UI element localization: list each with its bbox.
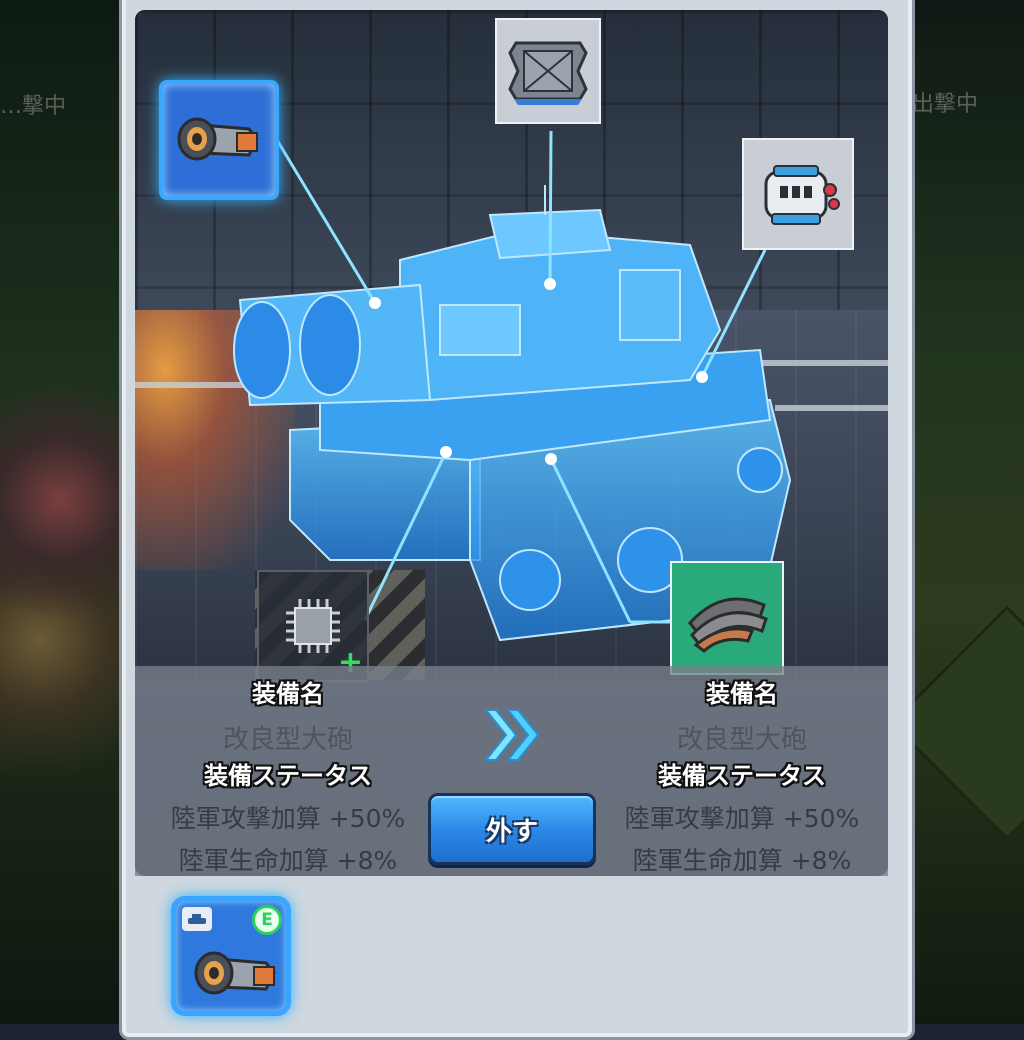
current-equip-label: 装備名 <box>252 680 324 708</box>
next-chevrons-icon <box>483 709 540 761</box>
armor-plate-icon <box>508 41 588 105</box>
candidate-status-label: 装備ステータス <box>658 762 826 790</box>
equip-slot-engine[interactable] <box>742 138 854 250</box>
current-stat-line: 陸軍攻撃加算 +50% <box>170 804 406 833</box>
candidate-stat-line: 陸軍攻撃加算 +50% <box>624 804 860 833</box>
engine-icon <box>764 165 840 225</box>
candidate-equipment-info: 装備名 改良型大砲 装備ステータス 陸軍攻撃加算 +50% 陸軍生命加算 +8% <box>612 674 872 877</box>
candidate-stat-line: 陸軍生命加算 +8% <box>632 846 852 875</box>
equip-slot-track[interactable] <box>670 561 784 675</box>
equip-slot-armor-plate[interactable] <box>495 18 601 124</box>
cannon-icon <box>177 117 259 161</box>
current-stat-line: 陸軍生命加算 +8% <box>178 846 398 875</box>
tank-type-icon <box>182 907 212 931</box>
inventory-item-cannon[interactable]: E <box>171 896 291 1016</box>
equip-slot-cannon[interactable] <box>159 80 279 200</box>
current-status-label: 装備ステータス <box>204 762 372 790</box>
current-equip-name: 改良型大砲 <box>222 725 353 755</box>
cannon-icon <box>194 951 276 995</box>
candidate-equip-name: 改良型大砲 <box>676 725 807 755</box>
current-equipment-info: 装備名 改良型大砲 装備ステータス 陸軍攻撃加算 +50% 陸軍生命加算 +8% <box>158 674 418 877</box>
equipped-badge-icon: E <box>252 905 282 935</box>
candidate-equip-label: 装備名 <box>706 680 778 708</box>
track-icon <box>688 597 768 653</box>
remove-equipment-button[interactable]: 外す <box>428 793 596 865</box>
